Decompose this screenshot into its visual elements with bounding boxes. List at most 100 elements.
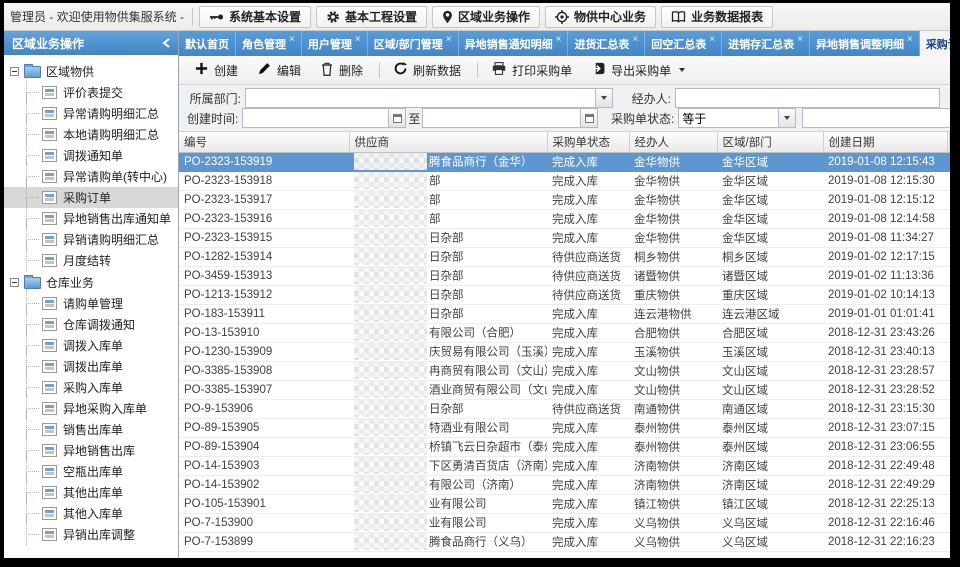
column-header-status[interactable]: 采购单状态	[547, 132, 629, 152]
tree-item[interactable]: 调拨入库单	[4, 335, 178, 356]
status-operator-combobox[interactable]	[678, 108, 796, 128]
date-to-field[interactable]	[422, 108, 598, 128]
create-button[interactable]: 创建	[189, 59, 244, 82]
column-header-agent[interactable]: 经办人	[629, 132, 717, 152]
table-row[interactable]: PO-2323-153915 日杂部 完成入库 金华物供 金华区域 2019-0…	[179, 228, 950, 247]
table-row[interactable]: PO-2323-153918 部 完成入库 金华物供 金华区域 2019-01-…	[179, 171, 950, 190]
tree-item[interactable]: 评价表提交	[4, 82, 178, 103]
table-row[interactable]: PO-3385-153908 冉商贸有限公司（文山） 完成入库 文山物供 文山区…	[179, 361, 950, 380]
table-row[interactable]: PO-105-153901 业有限公司 完成入库 镇江物供 镇江区域 2018-…	[179, 494, 950, 513]
tree-item[interactable]: 其他出库单	[4, 482, 178, 503]
status-value-input[interactable]	[802, 108, 950, 128]
menu-basic-engineering[interactable]: 基本工程设置	[316, 6, 427, 28]
tab[interactable]: 默认首页 ×	[179, 31, 236, 56]
cell-order-id: PO-3459-153913	[179, 266, 349, 285]
tab[interactable]: 用户管理 ×	[302, 31, 368, 56]
close-icon[interactable]: ×	[289, 35, 295, 45]
agent-input[interactable]	[675, 88, 940, 108]
edit-button[interactable]: 编辑	[252, 59, 307, 82]
tab[interactable]: 进销存汇总表 ×	[722, 31, 810, 56]
chevron-down-icon[interactable]	[778, 109, 795, 127]
tree-item[interactable]: 其他入库单	[4, 503, 178, 524]
chevron-down-icon[interactable]	[595, 89, 612, 107]
table-row[interactable]: PO-89-153904 桥镇飞云日杂超市（泰州） 完成入库 泰州物供 泰州区域…	[179, 437, 950, 456]
tree-item[interactable]: 异地销售出库通知单	[4, 208, 178, 229]
tree-item[interactable]: 本地请购明细汇总	[4, 124, 178, 145]
table-row[interactable]: PO-14-153903 下区勇清百货店（济南） 完成入库 济南物供 济南区域 …	[179, 456, 950, 475]
collapse-node-icon[interactable]	[10, 278, 19, 287]
department-input[interactable]	[246, 89, 595, 107]
tab[interactable]: 回空汇总表 ×	[645, 31, 722, 56]
table-row[interactable]: PO-13-153910 有限公司（合肥） 完成入库 合肥物供 合肥区域 201…	[179, 323, 950, 342]
close-icon[interactable]: ×	[907, 35, 913, 45]
tree-item[interactable]: 仓库调拨通知	[4, 314, 178, 335]
tab[interactable]: 角色管理 ×	[236, 31, 302, 56]
tab[interactable]: 进货汇总表 ×	[568, 31, 645, 56]
column-header-id[interactable]: 编号	[179, 132, 349, 152]
tree-item[interactable]: 采购订单	[4, 187, 178, 208]
menu-region-operations[interactable]: 区域业务操作	[432, 6, 540, 28]
document-icon	[42, 86, 57, 99]
tab[interactable]: 采购订单 ×	[920, 31, 950, 56]
table-row[interactable]: PO-7-153899 腾食品商行（义乌） 完成入库 义乌物供 义乌区域 201…	[179, 532, 950, 551]
tree-item[interactable]: 请购单管理	[4, 293, 178, 314]
tree-item[interactable]: 调拨出库单	[4, 356, 178, 377]
date-from-input[interactable]	[243, 109, 388, 127]
department-combobox[interactable]	[245, 88, 613, 108]
table-row[interactable]: PO-89-153905 特酒业有限公司 完成入库 泰州物供 泰州区域 2018…	[179, 418, 950, 437]
table-row[interactable]: PO-1213-153912 日杂部 待供应商送货 重庆物供 重庆区域 2019…	[179, 285, 950, 304]
export-order-button[interactable]: 导出采购单	[586, 59, 691, 82]
delete-button[interactable]: 删除	[315, 59, 369, 82]
tab[interactable]: 异地销售调整明细 ×	[810, 31, 920, 56]
close-icon[interactable]: ×	[632, 35, 638, 45]
tree-item[interactable]: 异常请购明细汇总	[4, 103, 178, 124]
table-row[interactable]: PO-9-153906 日杂部 待供应商送货 南通物供 南通区域 2018-12…	[179, 399, 950, 418]
tree-folder-warehouse[interactable]: 仓库业务	[4, 271, 178, 293]
refresh-button[interactable]: 刷新数据	[388, 59, 467, 82]
table-row[interactable]: PO-7-153900 业有限公司 完成入库 义乌物供 义乌区域 2018-12…	[179, 513, 950, 532]
table-row[interactable]: PO-3459-153913 日杂部 待供应商送货 诸暨物供 诸暨区域 2019…	[179, 266, 950, 285]
table-row[interactable]: PO-183-153911 日杂部 完成入库 连云港物供 连云港区域 2019-…	[179, 304, 950, 323]
tree-item[interactable]: 异常请购单(转中心)	[4, 166, 178, 187]
tree-item[interactable]: 异地采购入库单	[4, 398, 178, 419]
tab[interactable]: 异地销售通知明细 ×	[459, 31, 569, 56]
tree-item[interactable]: 月度结转	[4, 250, 178, 271]
close-icon[interactable]: ×	[797, 35, 803, 45]
close-icon[interactable]: ×	[355, 35, 361, 45]
tree-item[interactable]: 采购入库单	[4, 377, 178, 398]
tree-folder-region-supply[interactable]: 区域物供	[4, 60, 178, 82]
tree-item[interactable]: 异地销售出库	[4, 440, 178, 461]
tree-item[interactable]: 异销请购明细汇总	[4, 229, 178, 250]
column-header-region[interactable]: 区域/部门	[717, 132, 823, 152]
date-to-input[interactable]	[423, 109, 580, 127]
redaction-mosaic	[354, 229, 427, 246]
print-order-button[interactable]: 打印采购单	[486, 59, 578, 82]
status-operator-input[interactable]	[679, 109, 778, 127]
table-row[interactable]: PO-2323-153919 腾食品商行（金华） 完成入库 金华物供 金华区域 …	[179, 152, 950, 171]
document-icon	[42, 149, 57, 162]
table-row[interactable]: PO-2323-153916 部 完成入库 金华物供 金华区域 2019-01-…	[179, 209, 950, 228]
calendar-icon[interactable]	[580, 109, 597, 127]
tree-item[interactable]: 异销出库调整	[4, 524, 178, 545]
tab[interactable]: 区域/部门管理 ×	[368, 31, 459, 56]
close-icon[interactable]: ×	[709, 35, 715, 45]
close-icon[interactable]: ×	[446, 35, 452, 45]
calendar-icon[interactable]	[388, 109, 405, 127]
menu-system-settings[interactable]: 系统基本设置	[199, 6, 311, 28]
collapse-sidebar-button[interactable]	[162, 38, 170, 48]
date-from-field[interactable]	[242, 108, 406, 128]
tree-item[interactable]: 调拨通知单	[4, 145, 178, 166]
table-row[interactable]: PO-2323-153917 部 完成入库 金华物供 金华区域 2019-01-…	[179, 190, 950, 209]
table-row[interactable]: PO-1282-153914 日杂部 待供应商送货 桐乡物供 桐乡区域 2019…	[179, 247, 950, 266]
table-row[interactable]: PO-14-153902 有限公司（济南） 完成入库 济南物供 济南区域 201…	[179, 475, 950, 494]
menu-business-reports[interactable]: 业务数据报表	[661, 6, 773, 28]
tree-item[interactable]: 销售出库单	[4, 419, 178, 440]
menu-supply-center[interactable]: 物供中心业务	[545, 6, 656, 28]
tree-item[interactable]: 空瓶出库单	[4, 461, 178, 482]
column-header-supplier[interactable]: 供应商	[349, 132, 547, 152]
close-icon[interactable]: ×	[556, 35, 562, 45]
table-row[interactable]: PO-3385-153907 酒业商贸有限公司（文山） 完成入库 文山物供 文山…	[179, 380, 950, 399]
collapse-node-icon[interactable]	[10, 67, 19, 76]
table-row[interactable]: PO-1230-153909 庆贸易有限公司（玉溪） 完成入库 玉溪物供 玉溪区…	[179, 342, 950, 361]
column-header-created[interactable]: 创建日期	[823, 132, 947, 152]
